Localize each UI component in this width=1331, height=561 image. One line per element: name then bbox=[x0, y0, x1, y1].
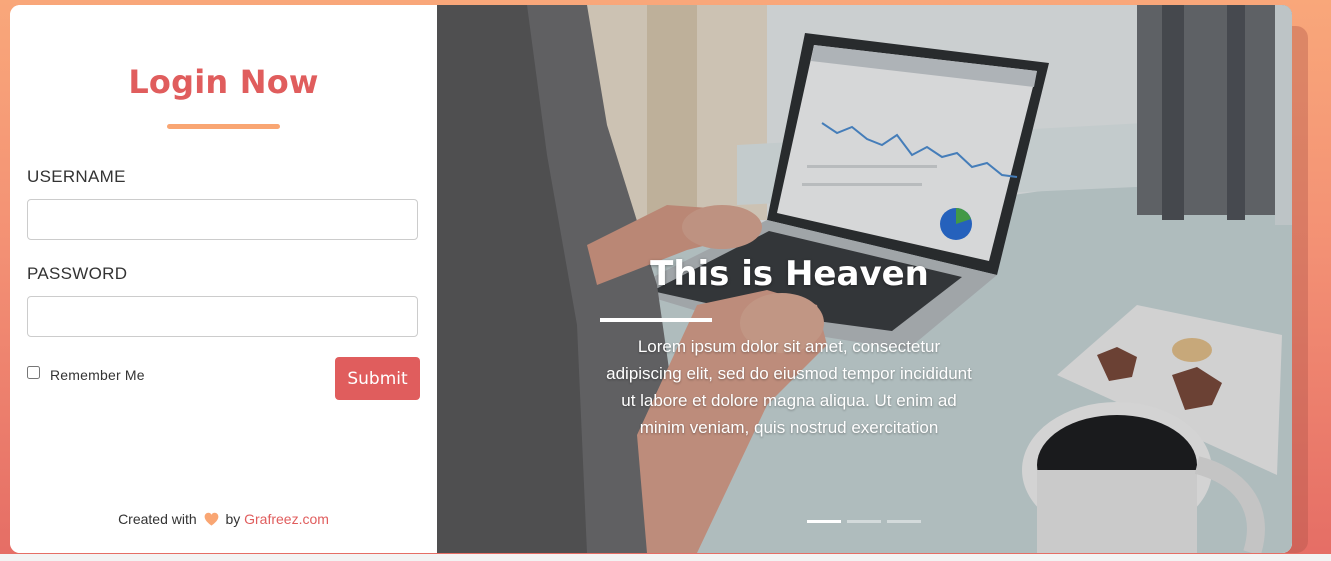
hero-title: This is Heaven bbox=[650, 254, 929, 294]
credit-prefix: Created with bbox=[118, 511, 197, 527]
submit-button[interactable]: Submit bbox=[335, 357, 420, 400]
username-input[interactable] bbox=[27, 199, 418, 240]
remember-me-checkbox[interactable] bbox=[27, 365, 40, 379]
remember-me-label[interactable]: Remember Me bbox=[50, 367, 145, 383]
carousel-indicator-1[interactable] bbox=[807, 520, 841, 523]
heart-icon bbox=[204, 512, 219, 529]
credit-link[interactable]: Grafreez.com bbox=[244, 511, 329, 527]
footer-credit: Created with by Grafreez.com bbox=[10, 511, 437, 529]
hero-carousel: This is Heaven Lorem ipsum dolor sit ame… bbox=[437, 5, 1292, 553]
carousel-indicator-2[interactable] bbox=[847, 520, 881, 523]
hero-underline bbox=[600, 318, 712, 322]
credit-by: by bbox=[225, 511, 241, 527]
hero-description: Lorem ipsum dolor sit amet, consectetur … bbox=[606, 337, 972, 437]
login-card: Login Now USERNAME PASSWORD Remember Me … bbox=[10, 5, 1292, 553]
login-form-panel: Login Now USERNAME PASSWORD Remember Me … bbox=[10, 5, 437, 553]
username-label: USERNAME bbox=[27, 167, 126, 186]
password-label: PASSWORD bbox=[27, 264, 128, 283]
carousel-indicators bbox=[807, 520, 921, 523]
carousel-indicator-3[interactable] bbox=[887, 520, 921, 523]
page-bottom-strip bbox=[0, 554, 1331, 561]
title-underline bbox=[167, 124, 280, 129]
password-input[interactable] bbox=[27, 296, 418, 337]
remember-me-row: Remember Me bbox=[27, 361, 145, 383]
login-title: Login Now bbox=[128, 63, 319, 101]
